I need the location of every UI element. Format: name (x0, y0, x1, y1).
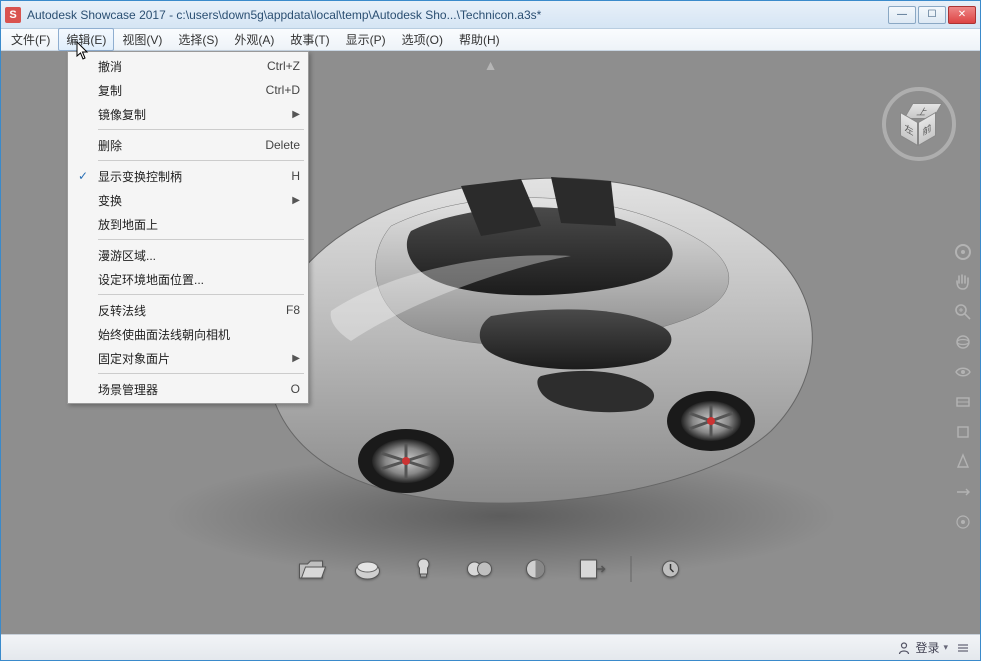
menu-file[interactable]: 文件(F) (3, 28, 58, 51)
orbit-icon[interactable] (952, 331, 974, 353)
status-extra-icon[interactable] (956, 641, 970, 655)
submenu-arrow-icon: ▶ (292, 195, 300, 206)
statusbar: 登录 ▾ (1, 634, 980, 660)
menu-separator (98, 373, 304, 374)
look-icon[interactable] (952, 361, 974, 383)
window-controls: — ☐ ✕ (888, 6, 976, 24)
check-icon: ✓ (72, 169, 94, 183)
menu-place-on-ground[interactable]: 放到地面上 (70, 212, 306, 236)
light-icon[interactable] (406, 554, 440, 584)
bottom-toolbar (294, 554, 687, 584)
menu-set-env-ground[interactable]: 设定环境地面位置... (70, 267, 306, 291)
menu-edit[interactable]: 编辑(E) (58, 28, 114, 51)
menu-display[interactable]: 显示(P) (338, 28, 394, 51)
menu-options[interactable]: 选项(O) (394, 28, 451, 51)
up-arrow-icon: ▲ (484, 57, 498, 73)
menu-copy[interactable]: 复制Ctrl+D (70, 78, 306, 102)
viewcube-ring[interactable]: 上 左 前 (882, 87, 956, 161)
nav-toolbar (950, 241, 976, 533)
nav-tool-8-icon[interactable] (952, 451, 974, 473)
app-window: S Autodesk Showcase 2017 - c:\users\down… (0, 0, 981, 661)
menu-scene-manager[interactable]: 场景管理器O (70, 377, 306, 401)
app-icon: S (5, 7, 21, 23)
viewcube[interactable]: 上 左 前 (882, 87, 956, 161)
nav-wheel-icon[interactable] (952, 241, 974, 263)
menu-walk-region[interactable]: 漫游区域... (70, 243, 306, 267)
nav-tool-9-icon[interactable] (952, 481, 974, 503)
menu-mirror-copy[interactable]: 镜像复制▶ (70, 102, 306, 126)
toolbar-separator (630, 556, 631, 582)
menu-view[interactable]: 视图(V) (114, 28, 170, 51)
nav-tool-6-icon[interactable] (952, 391, 974, 413)
titlebar[interactable]: S Autodesk Showcase 2017 - c:\users\down… (1, 1, 980, 29)
edit-dropdown-menu: 撤消Ctrl+Z 复制Ctrl+D 镜像复制▶ 删除Delete ✓显示变换控制… (67, 51, 309, 404)
menubar: 文件(F) 编辑(E) 视图(V) 选择(S) 外观(A) 故事(T) 显示(P… (1, 29, 980, 51)
materials-icon[interactable] (462, 554, 496, 584)
user-icon (897, 641, 911, 655)
submenu-arrow-icon: ▶ (292, 353, 300, 364)
menu-normals-face-camera[interactable]: 始终使曲面法线朝向相机 (70, 322, 306, 346)
menu-separator (98, 294, 304, 295)
caret-down-icon: ▾ (943, 642, 948, 653)
menu-select[interactable]: 选择(S) (170, 28, 226, 51)
menu-separator (98, 129, 304, 130)
menu-transform[interactable]: 变换▶ (70, 188, 306, 212)
environment-icon[interactable] (350, 554, 384, 584)
menu-help[interactable]: 帮助(H) (451, 28, 508, 51)
maximize-button[interactable]: ☐ (918, 6, 946, 24)
pan-icon[interactable] (952, 271, 974, 293)
minimize-button[interactable]: — (888, 6, 916, 24)
login-label: 登录 (915, 639, 939, 656)
menu-show-transform-handles[interactable]: ✓显示变换控制柄H (70, 164, 306, 188)
nav-tool-10-icon[interactable] (952, 511, 974, 533)
menu-undo[interactable]: 撤消Ctrl+Z (70, 54, 306, 78)
publish-icon[interactable] (574, 554, 608, 584)
menu-separator (98, 239, 304, 240)
menu-fix-object-faces[interactable]: 固定对象面片▶ (70, 346, 306, 370)
menu-appearance[interactable]: 外观(A) (226, 28, 282, 51)
menu-delete[interactable]: 删除Delete (70, 133, 306, 157)
nav-tool-7-icon[interactable] (952, 421, 974, 443)
window-title: Autodesk Showcase 2017 - c:\users\down5g… (27, 8, 888, 22)
menu-story[interactable]: 故事(T) (282, 28, 337, 51)
menu-flip-normals[interactable]: 反转法线F8 (70, 298, 306, 322)
login-button[interactable]: 登录 ▾ (897, 639, 948, 656)
open-folder-icon[interactable] (294, 554, 328, 584)
close-button[interactable]: ✕ (948, 6, 976, 24)
appearance-icon[interactable] (518, 554, 552, 584)
settings-icon[interactable] (653, 554, 687, 584)
zoom-icon[interactable] (952, 301, 974, 323)
submenu-arrow-icon: ▶ (292, 109, 300, 120)
menu-separator (98, 160, 304, 161)
